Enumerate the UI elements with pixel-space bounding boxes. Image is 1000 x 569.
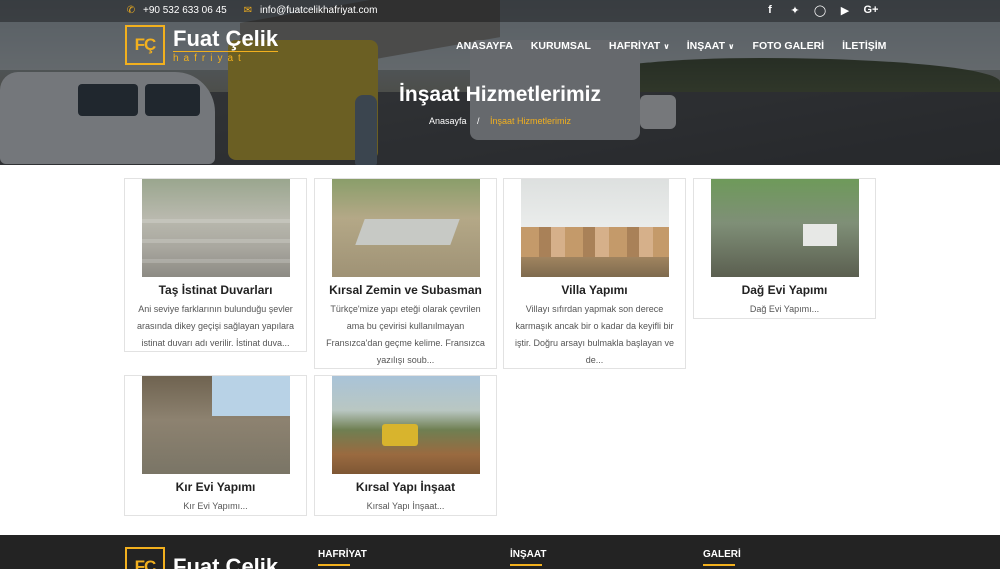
footer-heading-underline	[510, 564, 542, 566]
image-detail	[521, 227, 669, 257]
instagram-icon[interactable]: ◯	[813, 4, 827, 17]
nav-item-foto-galeri[interactable]: FOTO GALERİ	[753, 40, 825, 52]
main-nav: ANASAYFA KURUMSAL HAFRİYAT ∨ İNŞAAT ∨ FOTO…	[456, 40, 886, 52]
breadcrumb-separator: /	[476, 116, 480, 126]
phone-icon: ✆	[126, 5, 136, 16]
card-description: Türkçe'mize yapı eteği olarak çevrilen a…	[326, 304, 485, 365]
topbar-phone[interactable]: ✆ +90 532 633 06 45	[125, 5, 227, 16]
facebook-icon[interactable]: f	[763, 4, 777, 16]
nav-label: KURUMSAL	[530, 40, 591, 52]
image-detail	[142, 239, 290, 243]
nav-label: İNŞAAT	[686, 40, 726, 52]
email-address: info@fuatcelikhafriyat.com	[260, 5, 378, 16]
card-image[interactable]	[142, 376, 290, 474]
page-title: İnşaat Hizmetlerimiz	[399, 83, 601, 106]
topbar: ✆ +90 532 633 06 45 ✉ info@fuatcelikhafr…	[0, 0, 1000, 22]
card-title[interactable]: Taş İstinat Duvarları	[125, 283, 306, 297]
image-detail	[803, 224, 837, 246]
card-image[interactable]	[521, 179, 669, 277]
nav-item-hafriyat[interactable]: HAFRİYAT ∨	[609, 40, 670, 52]
nav-label: FOTO GALERİ	[752, 40, 825, 52]
footer-logo[interactable]: FÇ Fuat Çelik	[125, 547, 297, 569]
card-description: Kır Evi Yapımı...	[183, 501, 248, 511]
footer-heading-hafriyat: HAFRİYAT	[318, 549, 367, 560]
image-detail	[355, 219, 460, 245]
image-detail	[382, 424, 418, 446]
card-title[interactable]: Dağ Evi Yapımı	[694, 283, 875, 297]
hero-banner: ✆ +90 532 633 06 45 ✉ info@fuatcelikhafr…	[0, 0, 1000, 165]
image-detail	[142, 259, 290, 263]
nav-label: İLETİŞİM	[842, 40, 887, 52]
card-title[interactable]: Kırsal Zemin ve Subasman	[315, 283, 496, 297]
card-title[interactable]: Kır Evi Yapımı	[125, 480, 306, 494]
footer-heading-insaat: İNŞAAT	[510, 549, 547, 560]
card-title[interactable]: Kırsal Yapı İnşaat	[315, 480, 496, 494]
nav-item-iletisim[interactable]: İLETİŞİM	[842, 40, 886, 52]
nav-label: HAFRİYAT	[608, 40, 661, 52]
card-title[interactable]: Villa Yapımı	[504, 283, 685, 297]
footer: FÇ Fuat Çelik HAFRİYAT İNŞAAT GALERİ	[0, 535, 1000, 569]
google-plus-icon[interactable]: G+	[862, 4, 880, 16]
logo-wordmark: Fuat Çelik	[173, 555, 278, 569]
card-image[interactable]	[332, 179, 480, 277]
service-card[interactable]: Dağ Evi Yapımı Dağ Evi Yapımı...	[693, 178, 876, 319]
image-detail	[212, 376, 290, 416]
service-card[interactable]: Kırsal Zemin ve Subasman Türkçe'mize yap…	[314, 178, 497, 369]
youtube-icon[interactable]: ▶	[838, 4, 852, 17]
nav-item-anasayfa[interactable]: ANASAYFA	[456, 40, 513, 52]
service-card[interactable]: Kırsal Yapı İnşaat Kırsal Yapı İnşaat...	[314, 375, 497, 516]
nav-label: ANASAYFA	[456, 40, 513, 52]
breadcrumb-home[interactable]: Anasayfa	[429, 116, 467, 126]
card-image[interactable]	[711, 179, 859, 277]
logo-name: Fuat Çelik	[173, 554, 279, 569]
topbar-email[interactable]: ✉ info@fuatcelikhafriyat.com	[242, 5, 378, 16]
service-card[interactable]: Kır Evi Yapımı Kır Evi Yapımı...	[124, 375, 307, 516]
image-detail	[142, 219, 290, 223]
card-description: Ani seviye farklarının bulunduğu şevler …	[136, 304, 295, 348]
phone-number: +90 532 633 06 45	[143, 5, 227, 16]
logo-name: Fuat Çelik	[173, 25, 279, 51]
logo-monogram: FÇ	[125, 25, 165, 65]
card-description: Dağ Evi Yapımı...	[749, 304, 820, 314]
breadcrumb: Anasayfa / İnşaat Hizmetlerimiz	[0, 116, 1000, 126]
card-description: Villayı sıfırdan yapmak son derece karma…	[514, 304, 675, 365]
card-image[interactable]	[142, 179, 290, 277]
footer-heading-galeri: GALERİ	[703, 549, 741, 560]
logo-sub: hafriyat	[173, 50, 279, 64]
chevron-down-icon: ∨	[663, 41, 670, 51]
nav-item-kurumsal[interactable]: KURUMSAL	[531, 40, 591, 52]
nav-item-insaat[interactable]: İNŞAAT ∨	[687, 40, 735, 52]
service-card[interactable]: Villa Yapımı Villayı sıfırdan yapmak son…	[503, 178, 686, 369]
site-logo[interactable]: FÇ Fuat Çelik hafriyat	[125, 25, 297, 65]
logo-wordmark: Fuat Çelik hafriyat	[173, 25, 279, 64]
envelope-icon: ✉	[243, 5, 253, 16]
card-description: Kırsal Yapı İnşaat...	[366, 501, 445, 511]
card-image[interactable]	[332, 376, 480, 474]
logo-monogram: FÇ	[125, 547, 165, 569]
breadcrumb-current: İnşaat Hizmetlerimiz	[490, 116, 572, 126]
twitter-icon[interactable]: ✦	[788, 4, 802, 17]
chevron-down-icon: ∨	[728, 41, 735, 51]
footer-heading-underline	[703, 564, 735, 566]
footer-heading-underline	[318, 564, 350, 566]
service-card[interactable]: Taş İstinat Duvarları Ani seviye farklar…	[124, 178, 307, 352]
